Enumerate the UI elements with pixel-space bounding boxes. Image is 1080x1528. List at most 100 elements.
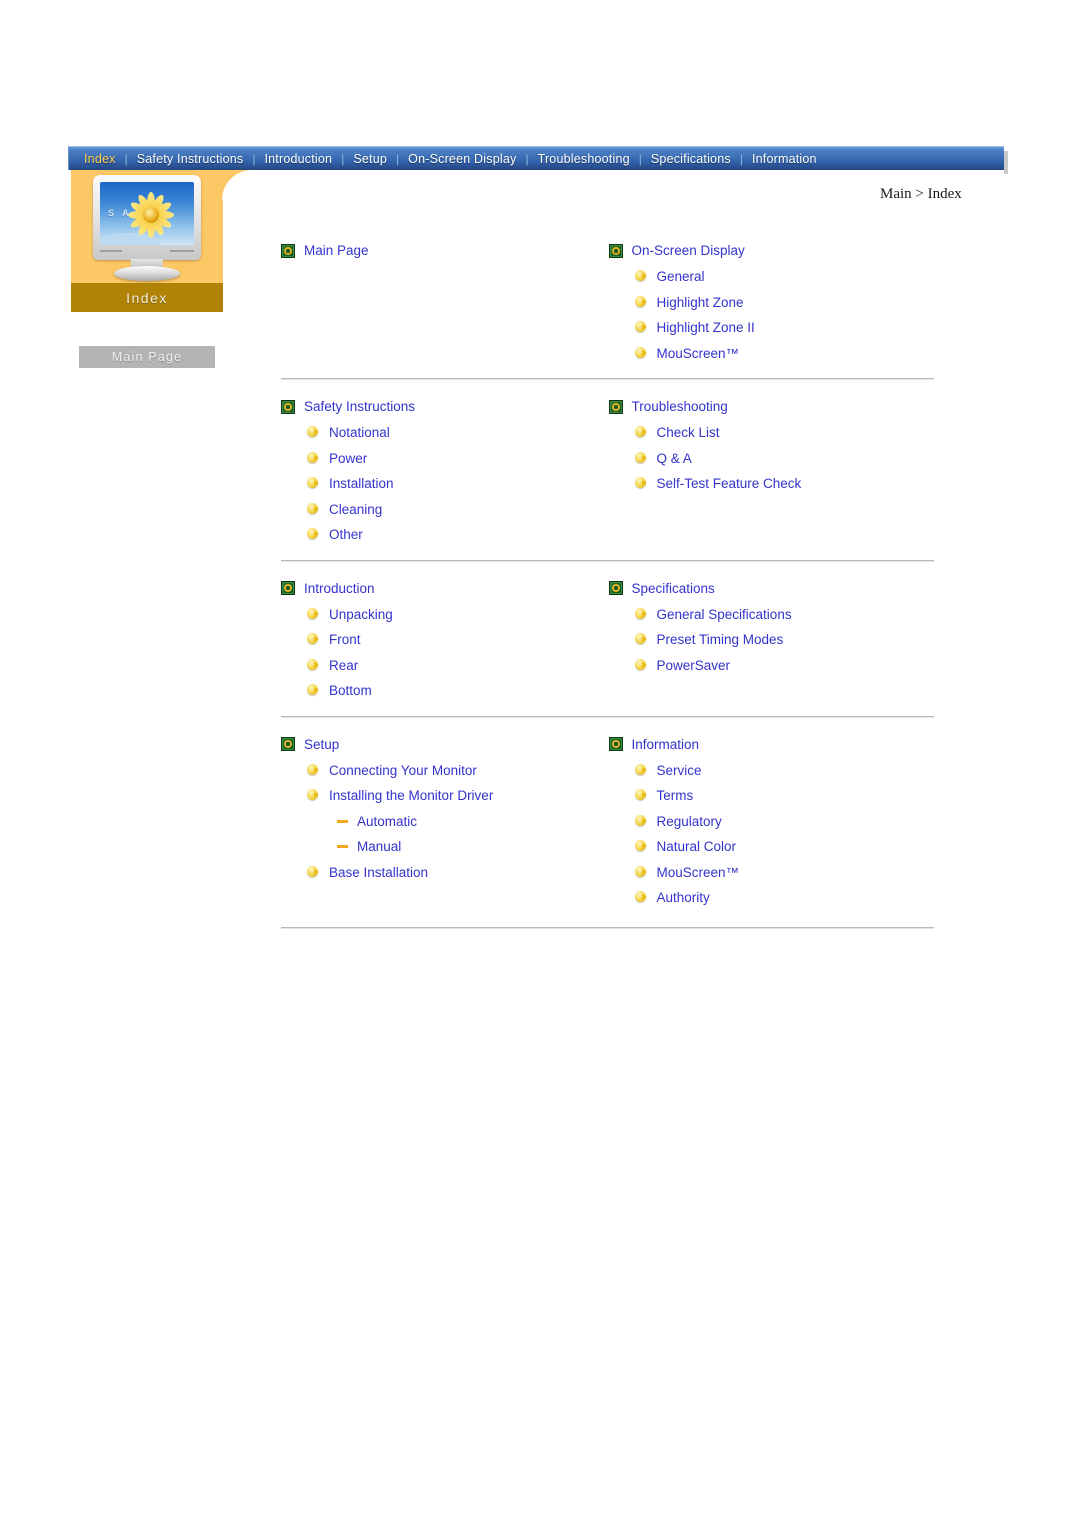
nav-item-on-screen-display[interactable]: On-Screen Display xyxy=(399,152,525,166)
monitor-illustration: S A M xyxy=(93,175,201,281)
index-link-specifications[interactable]: Specifications xyxy=(608,576,937,601)
index-link-introduction[interactable]: Introduction xyxy=(281,576,609,601)
sidebar: S A M Index xyxy=(71,170,223,312)
index-block: Main Page On-Screen Display General Highlig… xyxy=(281,238,936,366)
nav-item-setup[interactable]: Setup xyxy=(344,152,396,166)
index-link-information[interactable]: Information xyxy=(608,732,937,757)
sidebar-section-label-text: Index xyxy=(126,289,168,306)
index-link-terms[interactable]: Terms xyxy=(609,783,937,809)
index-link-highlight-zone-ii[interactable]: Highlight Zone II xyxy=(609,315,937,341)
index-link-label: Check List xyxy=(656,425,720,441)
index-link-bottom[interactable]: Bottom xyxy=(281,678,609,704)
index-link-label: Manual xyxy=(357,839,402,855)
nav-separator: | xyxy=(252,151,256,166)
index-link-mouscreen[interactable]: MouScreen™ xyxy=(609,860,937,886)
index-link-unpacking[interactable]: Unpacking xyxy=(281,602,609,628)
circle-arrow-icon xyxy=(307,528,320,541)
nav-separator: | xyxy=(341,151,345,166)
index-link-notational[interactable]: Notational xyxy=(281,420,609,446)
index-link-label: Power xyxy=(329,450,368,466)
index-link-front[interactable]: Front xyxy=(281,627,609,653)
circle-arrow-icon xyxy=(307,502,320,516)
green-square-icon xyxy=(281,243,295,258)
nav-separator: | xyxy=(638,151,642,166)
section-divider xyxy=(281,715,934,718)
nav-separator: | xyxy=(739,151,743,166)
circle-arrow-icon xyxy=(634,477,648,490)
index-link-label: Self-Test Feature Check xyxy=(656,476,802,492)
main-page-button[interactable]: Main Page xyxy=(79,346,215,368)
index-link-label: Cleaning xyxy=(329,501,383,517)
index-column-left: Setup Connecting Your Monitor Installing t… xyxy=(281,732,609,911)
nav-item-information[interactable]: Information xyxy=(743,152,826,166)
circle-arrow-icon xyxy=(634,607,648,621)
index-link-main-page[interactable]: Main Page xyxy=(281,238,609,263)
index-link-troubleshooting[interactable]: Troubleshooting xyxy=(608,394,937,419)
index-link-mouscreen[interactable]: MouScreen™ xyxy=(609,341,937,367)
index-link-authority[interactable]: Authority xyxy=(609,885,937,911)
index-link-setup[interactable]: Setup xyxy=(281,732,609,757)
index-link-natural-color[interactable]: Natural Color xyxy=(609,834,937,860)
section-divider xyxy=(281,378,934,380)
nav-item-specifications[interactable]: Specifications xyxy=(642,152,740,166)
index-link-label: Introduction xyxy=(304,580,375,596)
index-link-rear[interactable]: Rear xyxy=(281,653,609,679)
sunflower-icon xyxy=(128,192,174,238)
section-divider xyxy=(281,559,934,562)
index-link-label: Connecting Your Monitor xyxy=(329,762,477,778)
index-link-label: Rear xyxy=(329,657,359,673)
circle-arrow-icon xyxy=(307,865,320,879)
index-link-service[interactable]: Service xyxy=(609,758,937,784)
monitor-bezel: S A M xyxy=(93,175,201,260)
index-link-manual[interactable]: Manual xyxy=(281,834,609,860)
index-link-general[interactable]: General xyxy=(609,264,937,290)
nav-item-troubleshooting[interactable]: Troubleshooting xyxy=(529,152,639,166)
index-column-right: On-Screen Display General Highlight Zone Hi… xyxy=(608,238,937,367)
index-link-highlight-zone[interactable]: Highlight Zone xyxy=(609,290,937,316)
index-link-connecting-your-monitor[interactable]: Connecting Your Monitor xyxy=(281,758,609,784)
index-link-label: Authority xyxy=(656,890,710,906)
index-link-preset-timing-modes[interactable]: Preset Timing Modes xyxy=(609,627,937,653)
green-square-icon xyxy=(281,737,295,751)
index-content: Main Page On-Screen Display General Highlig… xyxy=(281,238,936,943)
circle-arrow-icon xyxy=(634,658,648,672)
green-square-icon xyxy=(281,399,295,414)
index-link-label: Automatic xyxy=(357,813,418,829)
index-link-on-screen-display[interactable]: On-Screen Display xyxy=(608,238,937,263)
index-link-power[interactable]: Power xyxy=(281,446,609,472)
nav-item-index[interactable]: Index xyxy=(75,152,125,166)
index-link-self-test-feature-check[interactable]: Self-Test Feature Check xyxy=(609,471,937,497)
index-link-safety-instructions[interactable]: Safety Instructions xyxy=(281,394,609,419)
index-link-regulatory[interactable]: Regulatory xyxy=(609,809,937,835)
circle-arrow-icon xyxy=(634,346,648,360)
index-block: Introduction Unpacking Front Rear Bottom Spec… xyxy=(281,576,936,704)
index-link-q-a[interactable]: Q & A xyxy=(609,446,937,472)
index-link-other[interactable]: Other xyxy=(281,522,609,548)
index-link-label: MouScreen™ xyxy=(656,864,740,880)
circle-arrow-icon xyxy=(634,789,648,802)
index-link-check-list[interactable]: Check List xyxy=(609,420,937,446)
index-link-automatic[interactable]: Automatic xyxy=(281,809,609,835)
index-link-installing-the-monitor-driver[interactable]: Installing the Monitor Driver xyxy=(281,783,609,809)
circle-arrow-icon xyxy=(634,321,648,334)
navigation-items: Index | Safety Instructions | Introduction | S… xyxy=(68,146,1008,174)
circle-arrow-icon xyxy=(307,789,320,802)
circle-arrow-icon xyxy=(307,684,320,697)
green-square-icon xyxy=(608,243,623,258)
index-link-base-installation[interactable]: Base Installation xyxy=(281,860,609,886)
index-link-label: Bottom xyxy=(329,683,372,699)
nav-item-introduction[interactable]: Introduction xyxy=(255,152,341,166)
index-column-left: Introduction Unpacking Front Rear Bottom xyxy=(281,576,609,704)
index-column-right: Troubleshooting Check List Q & A Self-Test … xyxy=(608,394,937,548)
circle-arrow-icon xyxy=(307,607,320,621)
index-link-cleaning[interactable]: Cleaning xyxy=(281,497,609,523)
circle-arrow-icon xyxy=(634,840,648,853)
green-square-icon xyxy=(608,399,623,414)
circle-arrow-icon xyxy=(307,633,320,646)
index-link-installation[interactable]: Installation xyxy=(281,471,609,497)
index-link-general-specifications[interactable]: General Specifications xyxy=(609,602,937,628)
nav-item-safety-instructions[interactable]: Safety Instructions xyxy=(128,152,253,166)
nav-separator: | xyxy=(525,151,529,166)
index-link-powersaver[interactable]: PowerSaver xyxy=(609,653,937,679)
index-link-label: Preset Timing Modes xyxy=(656,632,784,648)
